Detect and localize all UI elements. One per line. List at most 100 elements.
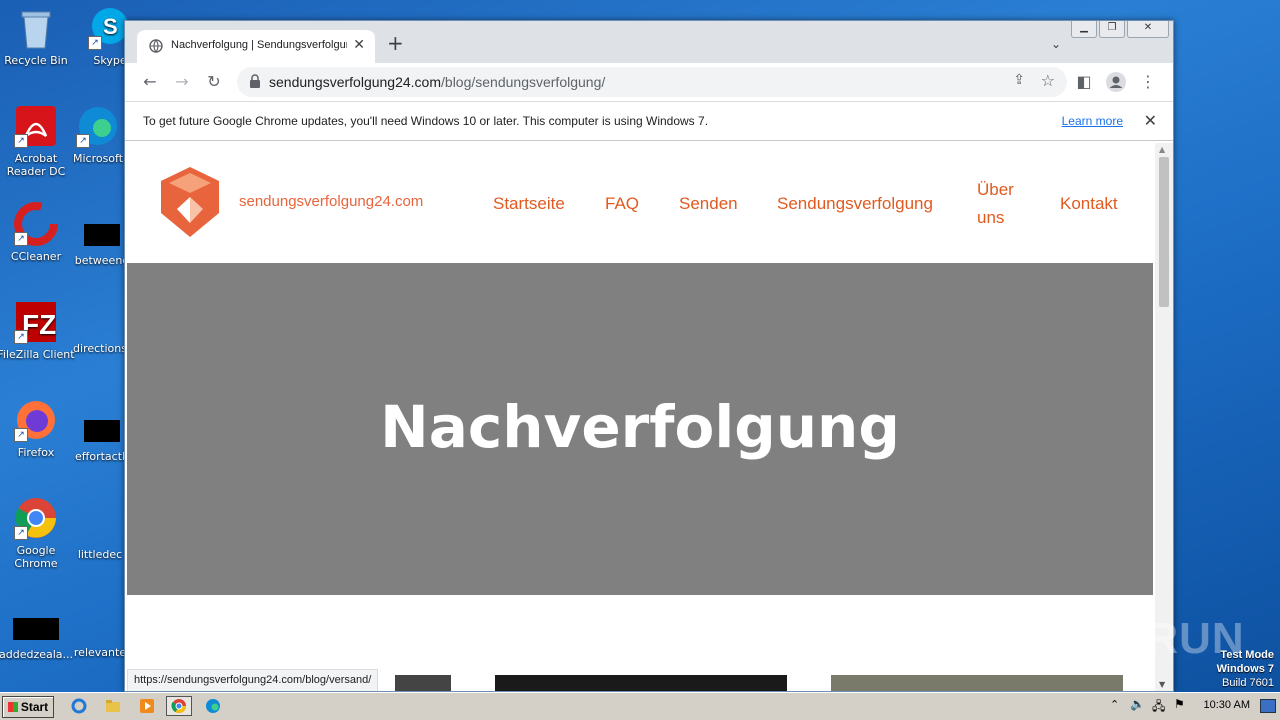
- update-infobar: To get future Google Chrome updates, you…: [125, 101, 1173, 141]
- tab-close-icon[interactable]: ✕: [353, 37, 365, 53]
- watermark-line: Build 7601: [1222, 677, 1274, 689]
- anyrun-watermark: ANY RUN: [1038, 614, 1245, 663]
- volume-icon[interactable]: 🔈: [1130, 697, 1145, 711]
- chrome-icon: ↗: [14, 496, 58, 540]
- media-player-taskbar-icon[interactable]: [134, 696, 160, 716]
- edge-icon: ↗: [76, 104, 120, 148]
- url-text: sendungsverfolgung24.com/blog/sendungsve…: [269, 74, 605, 90]
- desktop-icon-recycle-bin[interactable]: Recycle Bin: [0, 6, 76, 67]
- tab-active[interactable]: Nachverfolgung | Sendungsverfolgung24 ✕: [137, 30, 375, 63]
- desktop-icon-label: Firefox: [17, 446, 55, 459]
- desktop-icon-label: relevante: [73, 646, 127, 659]
- shortcut-arrow-icon: ↗: [14, 232, 28, 246]
- minimize-button[interactable]: ▁: [1071, 21, 1097, 38]
- desktop-icon-label: Recycle Bin: [4, 54, 68, 67]
- tray-expand-icon[interactable]: ⌃: [1110, 698, 1119, 711]
- browser-toolbar: ← → ↻ sendungsverfolgung24.com/blog/send…: [125, 63, 1173, 101]
- start-button[interactable]: Start: [2, 696, 54, 718]
- shortcut-arrow-icon: ↗: [14, 330, 28, 344]
- desktop-icon-label: Microsoft: [72, 152, 124, 165]
- watermark-line: Windows 7: [1216, 663, 1274, 675]
- recycle-bin-icon: [14, 6, 58, 50]
- reload-icon[interactable]: ↻: [203, 71, 225, 93]
- shortcut-arrow-icon: ↗: [76, 134, 90, 148]
- nav-faq[interactable]: FAQ: [605, 194, 639, 214]
- scroll-down-icon[interactable]: ▼: [1159, 680, 1165, 689]
- action-center-flag-icon[interactable]: ⚑: [1174, 697, 1185, 711]
- system-tray: ⌃ 🔈 🖧 ⚑ 10:30 AM: [1100, 695, 1280, 717]
- desktop-icon-label: Acrobat Reader DC: [6, 152, 66, 178]
- desktop-icon-label: effortacth: [75, 450, 129, 463]
- restore-button[interactable]: ❐: [1099, 21, 1125, 38]
- bookmark-star-icon[interactable]: ☆: [1041, 71, 1055, 90]
- nav-ueber[interactable]: Über: [977, 180, 1014, 200]
- shortcut-arrow-icon: ↗: [14, 526, 28, 540]
- desktop-icon-label: Google Chrome: [14, 544, 58, 570]
- desktop-icon-label: CCleaner: [10, 250, 62, 263]
- file-icon: [84, 224, 120, 246]
- shortcut-arrow-icon: ↗: [14, 428, 28, 442]
- infobar-close-icon[interactable]: ✕: [1144, 111, 1157, 130]
- desktop-icon-label: littledec: [77, 548, 123, 561]
- post-thumbnail[interactable]: [831, 675, 1123, 691]
- test-mode-watermark: Test Mode Windows 7 Build 7601: [1217, 648, 1274, 690]
- tab-search-chevron-icon[interactable]: ⌄: [1051, 37, 1061, 51]
- profile-avatar-icon[interactable]: [1105, 71, 1127, 93]
- address-bar[interactable]: sendungsverfolgung24.com/blog/sendungsve…: [237, 67, 1067, 97]
- page-scrollbar[interactable]: ▲ ▼: [1155, 143, 1173, 691]
- scroll-up-icon[interactable]: ▲: [1159, 145, 1165, 154]
- post-thumbnail[interactable]: [395, 675, 451, 691]
- side-panel-icon[interactable]: ◧: [1073, 71, 1095, 93]
- file-icon: [13, 618, 59, 640]
- tab-title: Nachverfolgung | Sendungsverfolgung24: [171, 39, 347, 51]
- nav-sendungsverfolgung[interactable]: Sendungsverfolgung: [777, 194, 933, 214]
- nav-senden[interactable]: Senden: [679, 194, 738, 214]
- hero-title: Nachverfolgung: [380, 393, 900, 461]
- window-close-button[interactable]: ✕: [1127, 21, 1169, 38]
- windows-flag-icon: [7, 702, 18, 712]
- nav-uns[interactable]: uns: [977, 208, 1004, 228]
- explorer-taskbar-icon[interactable]: [100, 696, 126, 716]
- lock-icon: [250, 74, 260, 88]
- ccleaner-icon: ↗: [14, 202, 58, 246]
- scrollbar-thumb[interactable]: [1159, 157, 1169, 307]
- learn-more-link[interactable]: Learn more: [1062, 114, 1123, 128]
- cube-logo-icon: [161, 167, 219, 237]
- taskbar-clock[interactable]: 10:30 AM: [1204, 699, 1250, 711]
- page-viewport: sendungsverfolgung24.com Startseite FAQ …: [127, 143, 1153, 691]
- window-controls: ▁ ❐ ✕: [1071, 21, 1169, 39]
- site-header: sendungsverfolgung24.com Startseite FAQ …: [127, 143, 1153, 263]
- desktop-icon-label: Skype: [93, 54, 127, 67]
- edge-taskbar-icon[interactable]: [200, 696, 226, 716]
- infobar-message: To get future Google Chrome updates, you…: [143, 114, 709, 128]
- tab-strip: Nachverfolgung | Sendungsverfolgung24 ✕ …: [125, 21, 1173, 63]
- taskbar: Start ⌃ 🔈 🖧 ⚑ 10:30 AM: [0, 692, 1280, 720]
- chrome-window: Nachverfolgung | Sendungsverfolgung24 ✕ …: [124, 20, 1174, 692]
- forward-arrow-icon[interactable]: →: [171, 71, 193, 93]
- url-host: sendungsverfolgung24.com: [269, 74, 442, 90]
- chrome-taskbar-icon[interactable]: [166, 696, 192, 716]
- show-desktop-icon[interactable]: [1260, 699, 1276, 713]
- desktop-icon-label: betweeng: [74, 254, 130, 267]
- ie-taskbar-icon[interactable]: [66, 696, 92, 716]
- filezilla-icon: FZ ↗: [14, 300, 58, 344]
- nav-kontakt[interactable]: Kontakt: [1060, 194, 1118, 214]
- nav-startseite[interactable]: Startseite: [493, 194, 565, 214]
- hero-banner: Nachverfolgung: [127, 263, 1153, 595]
- globe-icon: [149, 39, 163, 53]
- acrobat-icon: ↗: [14, 104, 58, 148]
- post-thumbnail[interactable]: [495, 675, 787, 691]
- shortcut-arrow-icon: ↗: [88, 36, 102, 50]
- link-status-bubble: https://sendungsverfolgung24.com/blog/ve…: [127, 669, 379, 691]
- kebab-menu-icon[interactable]: ⋮: [1137, 71, 1159, 93]
- firefox-icon: ↗: [14, 398, 58, 442]
- desktop-icon-label: directions: [73, 342, 127, 355]
- network-icon[interactable]: 🖧: [1152, 697, 1165, 718]
- back-arrow-icon[interactable]: ←: [139, 71, 161, 93]
- share-icon[interactable]: ⇪: [1013, 72, 1025, 88]
- new-tab-button[interactable]: +: [387, 33, 404, 53]
- watermark-line: Test Mode: [1220, 649, 1274, 661]
- site-brand[interactable]: sendungsverfolgung24.com: [239, 193, 423, 210]
- file-icon: [84, 420, 120, 442]
- url-path: /blog/sendungsverfolgung/: [441, 74, 606, 90]
